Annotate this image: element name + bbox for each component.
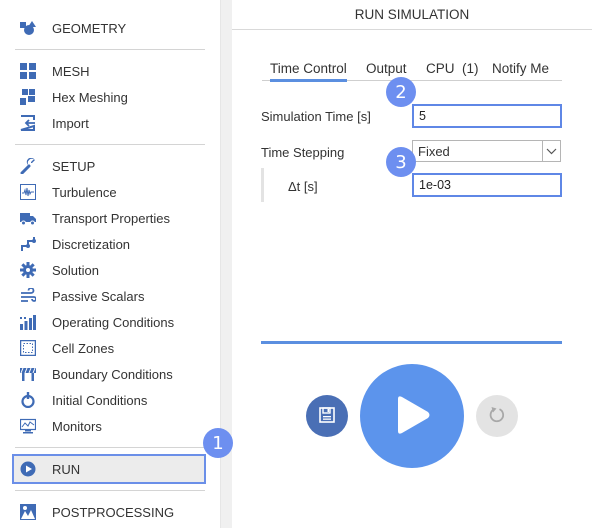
annotation-badge-2: 2 [386,77,416,107]
reset-button[interactable] [476,395,518,437]
sidebar-item-label: Initial Conditions [52,392,148,408]
sidebar-item-label: Turbulence [52,184,117,200]
sidebar-divider [15,144,205,145]
sidebar-item-label: Transport Properties [52,210,171,226]
tab-notify-me[interactable]: Notify Me [492,56,549,80]
time-stepping-label: Time Stepping [261,145,345,160]
sidebar-divider [15,49,205,50]
simulation-time-label: Simulation Time [s] [261,109,371,124]
run-simulation-panel: RUN SIMULATION Time Control Output CPU (… [232,0,592,528]
indent-guide [261,168,264,202]
sidebar-item-label: Passive Scalars [52,288,145,304]
play-button[interactable] [360,364,464,468]
sidebar-item-passive-scalars[interactable]: Passive Scalars [14,283,206,309]
delta-t-input[interactable] [412,173,562,197]
sidebar-item-label: Operating Conditions [52,314,175,330]
cell-zones-icon [20,340,36,356]
sidebar-item-solution[interactable]: Solution [14,257,206,283]
chevron-down-icon [542,141,560,161]
sidebar-item-initial-conditions[interactable]: Initial Conditions [14,387,206,413]
delta-t-label: Δt [s] [288,179,318,194]
tab-cpu[interactable]: CPU (1) [426,56,479,80]
time-stepping-select[interactable]: Fixed [412,140,561,162]
monitor-chart-icon [20,418,36,434]
sidebar-item-discretization[interactable]: Discretization [14,231,206,257]
sidebar-item-label: Cell Zones [52,340,115,356]
bar-chart-icon [20,314,36,330]
sidebar-item-cell-zones[interactable]: Cell Zones [14,335,206,361]
hex-meshing-icon [20,89,36,105]
sidebar-item-boundary-conditions[interactable]: Boundary Conditions [14,361,206,387]
truck-icon [20,210,36,226]
play-icon [392,394,432,439]
postprocessing-icon [20,504,36,520]
sidebar-item-monitors[interactable]: Monitors [14,413,206,439]
sidebar-item-label: Import [52,115,89,131]
tab-time-control[interactable]: Time Control [270,56,347,82]
simulation-time-input[interactable] [412,104,562,128]
progress-bar [261,341,562,344]
sidebar-item-label: Solution [52,262,99,278]
tab-bar: Time Control Output CPU (1) Notify Me [262,56,562,82]
sidebar-item-label: GEOMETRY [52,20,127,36]
sidebar-item-turbulence[interactable]: Turbulence [14,179,206,205]
sidebar-item-label: Boundary Conditions [52,366,173,382]
reset-icon [488,406,506,427]
mesh-grid-icon [20,63,36,79]
wrench-icon [20,158,36,174]
sidebar-item-geometry[interactable]: GEOMETRY [14,15,206,41]
sidebar-item-import[interactable]: Import [14,110,206,136]
sidebar-item-mesh[interactable]: MESH [14,58,206,84]
sidebar-item-label: Discretization [52,236,131,252]
play-circle-icon [20,461,36,477]
sidebar-item-run[interactable]: RUN [12,454,206,484]
save-icon [319,406,335,426]
discretization-icon [20,236,36,252]
stopwatch-icon [20,392,36,408]
panel-title: RUN SIMULATION [232,0,592,30]
sidebar-item-label: SETUP [52,158,96,174]
turbulence-wave-icon [20,184,36,200]
sidebar-item-label: Hex Meshing [52,89,128,105]
sidebar-item-setup[interactable]: SETUP [14,153,206,179]
sidebar: GEOMETRY MESH Hex Meshing Import SETUP T… [0,0,220,528]
sidebar-item-label: RUN [52,461,81,477]
sidebar-item-operating-conditions[interactable]: Operating Conditions [14,309,206,335]
boundary-conditions-icon [20,366,36,382]
geometry-shapes-icon [20,20,36,36]
sidebar-item-label: Monitors [52,418,102,434]
annotation-badge-3: 3 [386,147,416,177]
sidebar-divider [15,447,205,448]
sidebar-item-transport-properties[interactable]: Transport Properties [14,205,206,231]
gear-icon [20,262,36,278]
sidebar-divider [15,490,205,491]
import-icon [20,115,36,131]
wind-icon [20,288,36,304]
sidebar-item-label: MESH [52,63,90,79]
sidebar-item-label: POSTPROCESSING [52,504,175,520]
sidebar-item-hex-meshing[interactable]: Hex Meshing [14,84,206,110]
annotation-badge-1: 1 [203,428,233,458]
sidebar-item-postprocessing[interactable]: POSTPROCESSING [14,499,206,525]
save-button[interactable] [306,395,348,437]
time-stepping-value: Fixed [418,143,450,159]
